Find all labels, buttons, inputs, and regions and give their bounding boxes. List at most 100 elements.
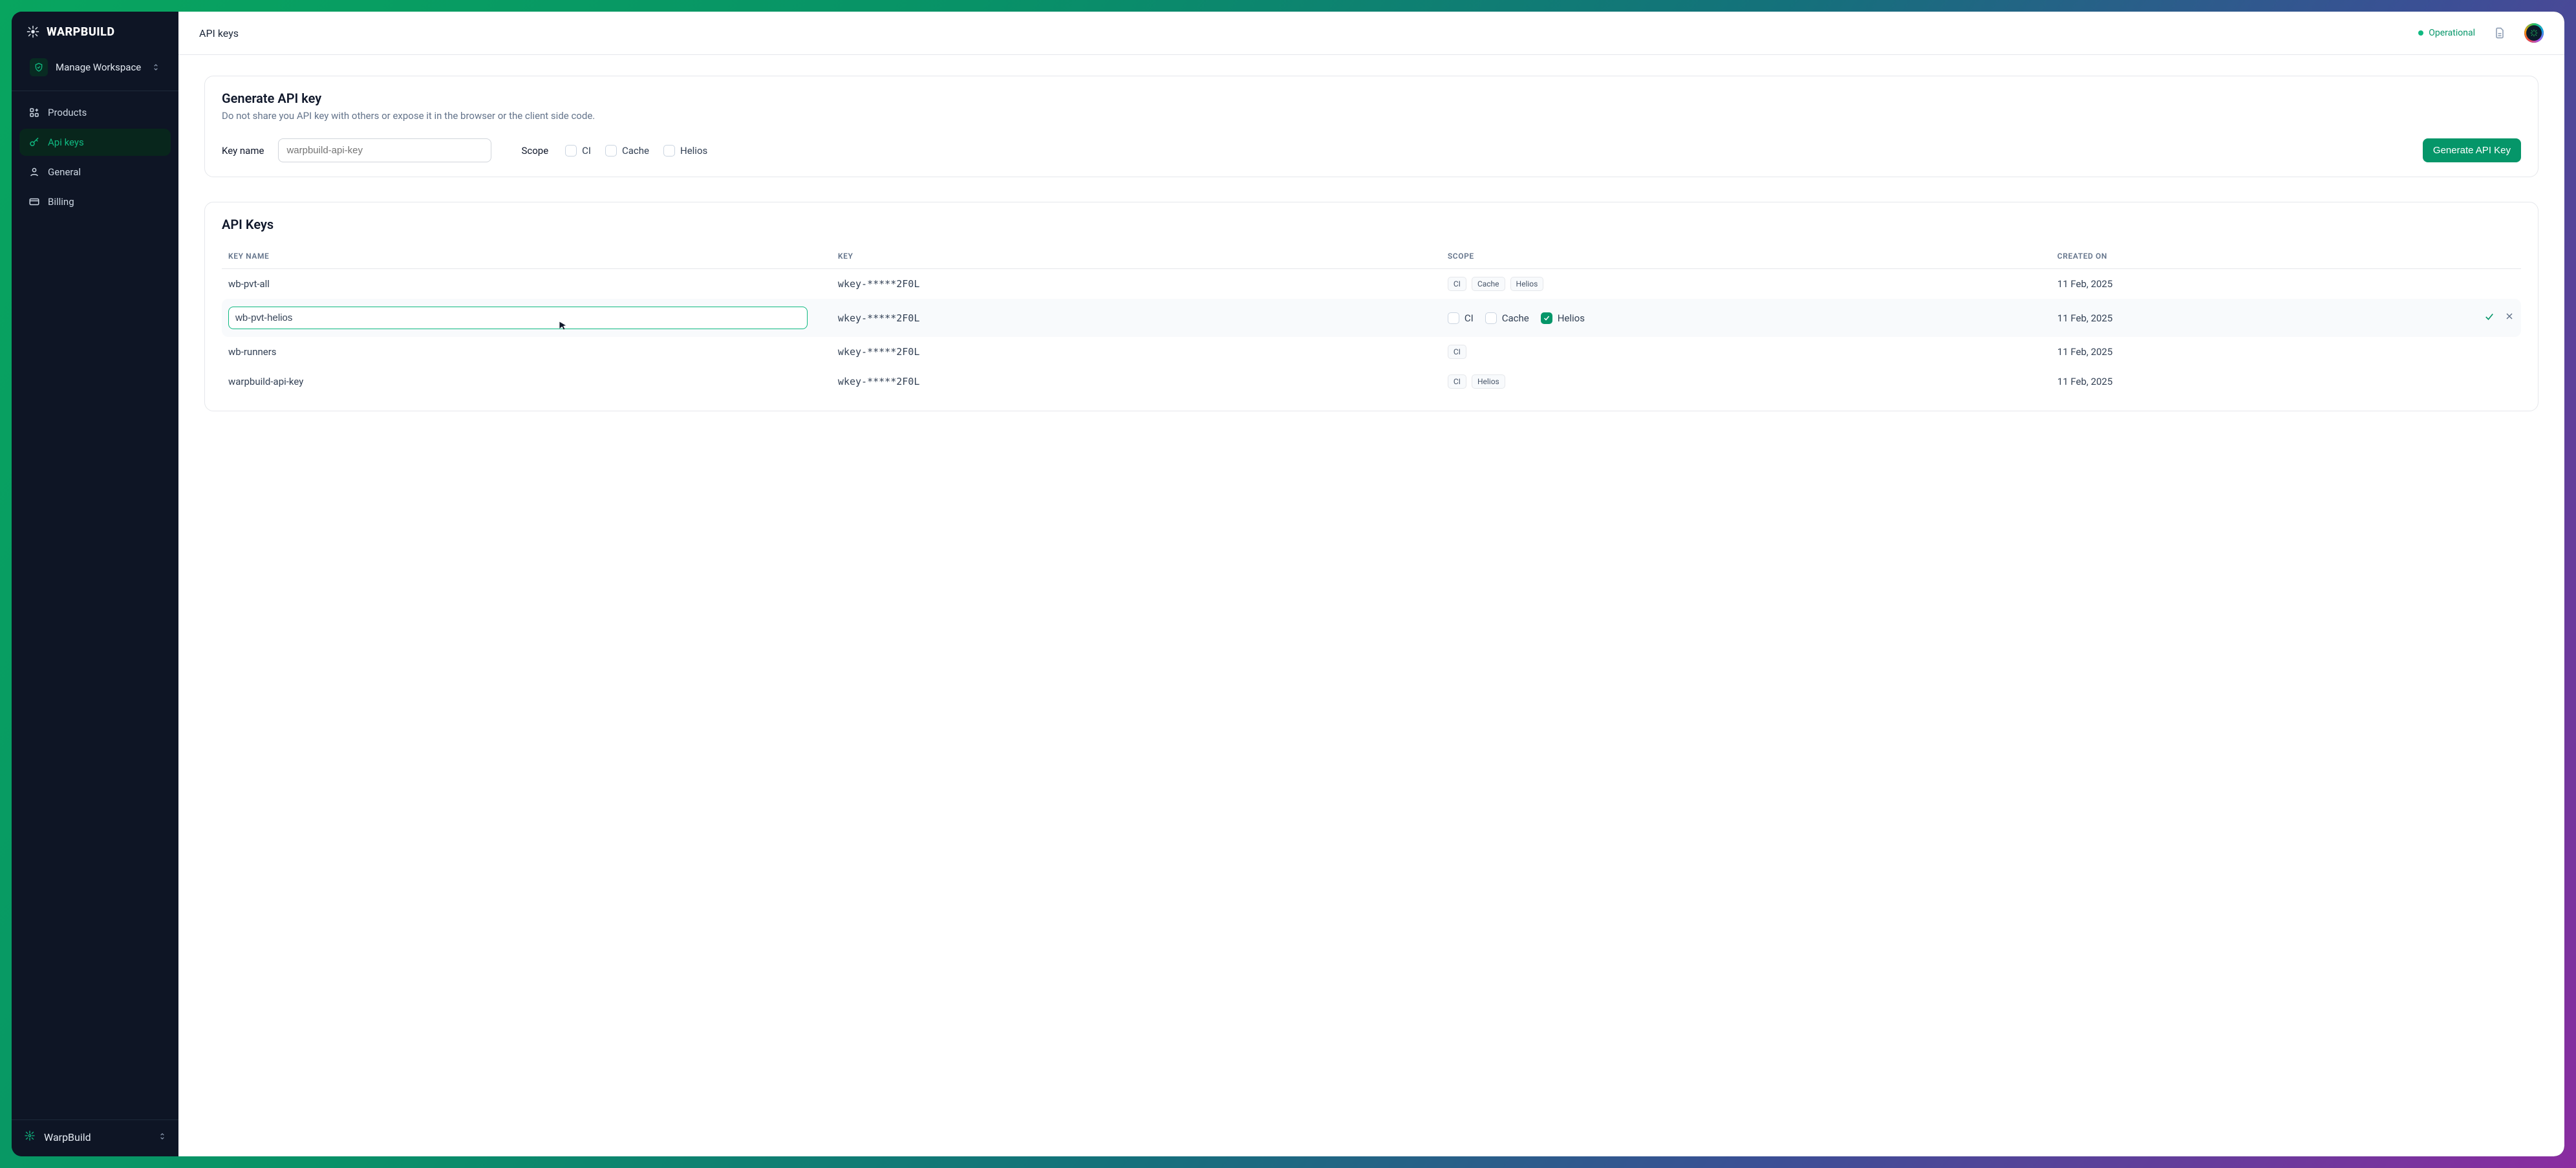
generate-button[interactable]: Generate API Key [2423,138,2521,162]
chevron-updown-icon [151,63,160,72]
generate-form: Key name Scope CI Cache [222,138,2521,162]
status-indicator[interactable]: Operational [2418,28,2475,38]
main: API keys Operational [178,12,2564,1156]
created-date: 11 Feb, 2025 [2057,376,2113,387]
col-key: KEY [838,252,1448,261]
cancel-edit-button[interactable] [2504,311,2515,325]
cell-name[interactable]: wb-runners [228,346,838,358]
cell-key: wkey-*****2F0L [838,376,1448,387]
content: Generate API key Do not share you API ke… [178,55,2564,432]
scope-badge: Helios [1472,374,1505,389]
created-date: 11 Feb, 2025 [2057,346,2113,358]
cursor-icon [558,321,568,331]
row-name-input[interactable] [228,307,808,329]
scope-label: Scope [521,145,548,157]
org-label: WarpBuild [44,1131,91,1143]
table-header: KEY NAME KEY SCOPE CREATED ON [222,244,2521,269]
key-name-label: Key name [222,145,264,157]
nav-billing[interactable]: Billing [19,188,171,215]
nav-label: Billing [48,196,74,208]
scope-cache-checkbox[interactable]: Cache [605,145,649,157]
scope-badge: Helios [1510,277,1544,291]
scope-badge: CI [1448,345,1466,359]
app-shell: WARPBUILD Manage Workspace [12,12,2564,1156]
scope-ci-checkbox[interactable]: CI [565,145,591,157]
nav-api-keys[interactable]: Api keys [19,129,171,156]
row-scope-ci-label: CI [1465,312,1474,324]
scope-helios-checkbox[interactable]: Helios [663,145,707,157]
cell-created: 11 Feb, 2025 [2057,311,2515,325]
scope-cache-label: Cache [622,145,649,157]
nav-label: Api keys [48,136,84,148]
cell-key: wkey-*****2F0L [838,346,1448,358]
nav-general[interactable]: General [19,158,171,186]
topbar-right: Operational [2418,23,2544,43]
key-icon [28,136,40,148]
cell-scope: CI Helios [1448,374,2057,389]
list-title: API Keys [222,217,2521,232]
table-row: wb-pvt-all wkey-*****2F0L CI Cache Helio… [222,269,2521,299]
row-scope-helios-label: Helios [1558,312,1585,324]
grid-plus-icon [28,107,40,118]
scope-group: Scope CI Cache Helios [521,145,707,157]
scope-badge: Cache [1472,277,1505,291]
cell-created: 11 Feb, 2025 [2057,376,2515,387]
col-name: KEY NAME [228,252,838,261]
cell-scope: CI Cache Helios [1448,277,2057,291]
generate-card: Generate API key Do not share you API ke… [204,76,2538,177]
nav-label: Products [48,107,87,118]
scope-badge: CI [1448,277,1466,291]
nav-label: General [48,166,81,178]
cell-name[interactable]: wb-pvt-all [228,278,838,290]
row-scope-cache-checkbox[interactable]: Cache [1485,312,1529,324]
created-date: 11 Feb, 2025 [2057,278,2113,290]
table-row-editing: wkey-*****2F0L CI Cache Helios [222,299,2521,337]
generate-title: Generate API key [222,91,2521,106]
nav-products[interactable]: Products [19,99,171,126]
scope-ci-label: CI [582,145,591,157]
status-dot-icon [2418,30,2423,36]
col-created: CREATED ON [2057,252,2515,261]
cell-key: wkey-*****2F0L [838,312,1448,324]
created-date: 11 Feb, 2025 [2057,312,2113,324]
workspace-switcher[interactable]: Manage Workspace [23,53,167,81]
col-scope: SCOPE [1448,252,2057,261]
cell-created: 11 Feb, 2025 [2057,346,2515,358]
checkbox-icon [565,145,577,157]
row-scope-ci-checkbox[interactable]: CI [1448,312,1474,324]
row-scope-helios-checkbox[interactable]: Helios [1541,312,1585,324]
checkbox-icon [605,145,617,157]
sidebar: WARPBUILD Manage Workspace [12,12,178,1156]
user-icon [28,166,40,178]
cell-scope-edit: CI Cache Helios [1448,312,2057,324]
scope-helios-label: Helios [680,145,707,157]
key-name-input[interactable] [278,138,491,162]
org-switcher[interactable]: WarpBuild [12,1119,178,1156]
checkbox-icon [663,145,675,157]
page-title: API keys [199,27,239,39]
avatar[interactable] [2524,23,2544,43]
credit-card-icon [28,196,40,208]
brand: WARPBUILD [12,12,178,47]
checkbox-icon [1485,312,1497,324]
checkbox-icon [1448,312,1459,324]
workspace-label: Manage Workspace [56,61,144,73]
checkbox-checked-icon [1541,312,1552,324]
cell-name [228,307,838,329]
cell-scope: CI [1448,345,2057,359]
scope-badge: CI [1448,374,1466,389]
chevron-updown-icon [158,1131,167,1143]
brand-logo-icon [26,25,40,39]
shield-check-icon [30,58,48,76]
sidebar-nav: Products Api keys General [12,95,178,219]
list-card: API Keys KEY NAME KEY SCOPE CREATED ON w… [204,202,2538,411]
row-scope-cache-label: Cache [1502,312,1529,324]
cell-created: 11 Feb, 2025 [2057,278,2515,290]
cell-key: wkey-*****2F0L [838,278,1448,290]
confirm-edit-button[interactable] [2484,311,2495,325]
org-logo-icon [23,1129,36,1145]
table-row: wb-runners wkey-*****2F0L CI 11 Feb, 202… [222,337,2521,367]
generate-subtitle: Do not share you API key with others or … [222,110,2521,122]
cell-name[interactable]: warpbuild-api-key [228,376,838,387]
docs-icon[interactable] [2493,25,2506,41]
